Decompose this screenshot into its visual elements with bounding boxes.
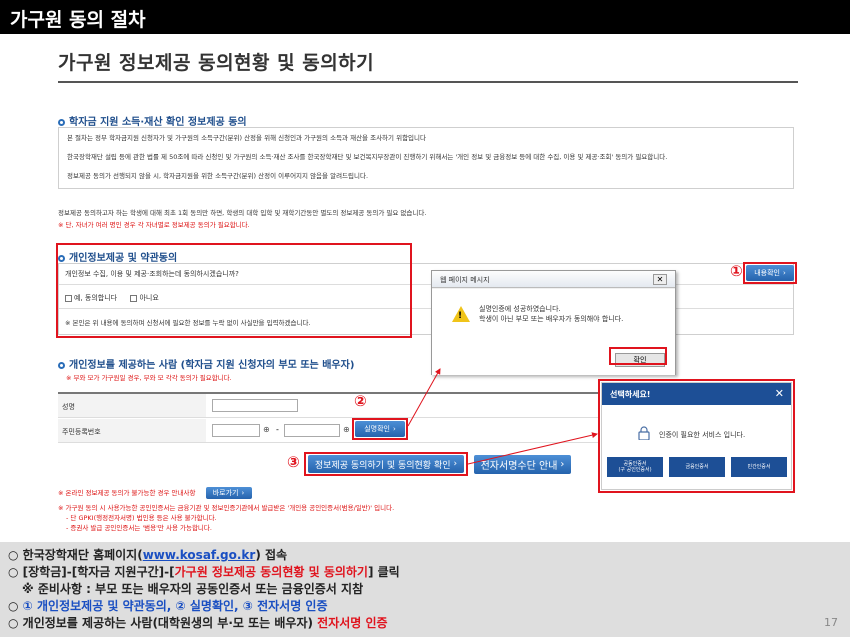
info-line: 한국장학재단 설립 등에 관한 법률 제 50조에 따라 신청인 및 가구원의 … [67,153,668,161]
instruction-line-2: ○ [장학금]-[학자금 지원구간]-[가구원 정보제공 동의현황 및 동의하기… [8,565,400,579]
bullet-icon [58,361,65,369]
notes-offline: ※ 온라인 정보제공 동의가 불가능한 경우 안내사항 바로가기 › [58,487,252,499]
dialog-close-button[interactable]: ✕ [653,274,667,285]
slide-title: 가구원 동의 절차 [10,9,146,31]
kosaf-link[interactable]: www.kosaf.go.kr [143,548,256,562]
rrn-dash: - [276,425,279,434]
instruction-line-5: ○ 개인정보를 제공하는 사람(대학원생의 부·모 또는 배우자) 전자서명 인… [8,616,388,630]
rrn-label: 주민등록번호 [58,419,206,442]
marker-one: ① [730,262,743,280]
name-row: 성명 [58,394,598,418]
info-line: 본 절차는 정부 학자금지원 신청자가 및 가구원의 소득구간(분위) 산정을 … [67,134,426,142]
notes-cert: ※ 가구원 동의 시 사용가능한 공인인증서는 금융기관 및 정보인증기관에서 … [58,504,395,512]
provider-table: 성명 주민등록번호 ⊕ - ⊕ [58,392,598,444]
highlight-frame-ok [609,347,667,365]
chevron-right-icon: › [560,459,565,470]
rrn-front-input[interactable] [212,424,260,437]
marker-two: ② [354,392,367,410]
notice-text: 정보제공 동의하고자 하는 학생에 대해 최초 1회 동의만 하면, 학생의 대… [58,209,427,217]
highlight-frame-detail [743,262,797,284]
slide-header: 가구원 동의 절차 [0,0,850,34]
name-label: 성명 [58,394,206,417]
section-consent-info-title: 학자금 지원 소득·재산 확인 정보제공 동의 [58,113,247,128]
dialog-message: 실명인증에 성공하였습니다. 학생이 아닌 부모 또는 배우자가 동의해야 합니… [479,305,624,323]
screenshot-area: 가구원 정보제공 동의현황 및 동의하기 학자금 지원 소득·재산 확인 정보제… [0,34,850,542]
dialog-title: 웹 페이지 메시지 [432,271,675,288]
chevron-right-icon: › [241,489,245,497]
info-line: 정보제공 동의가 선행되지 않을 시, 학자금지원을 위한 소득구간(분위) 산… [67,172,369,180]
marker-three: ③ [287,453,300,471]
notice-warning: ※ 단, 자녀가 여러 명인 경우 각 자녀별로 정보제공 동의가 필요합니다. [58,221,250,229]
rrn-row: 주민등록번호 ⊕ - ⊕ [58,419,598,443]
notes-securities: - 증권사 발급 공인인증서는 '범용'만 사용 가능합니다. [66,524,212,532]
instructions-panel: ○ 한국장학재단 홈페이지(www.kosaf.go.kr) 접속 ○ [장학금… [0,542,850,637]
provider-note: ※ 부와 모가 가구원일 경우, 부와 모 각각 동의가 필요합니다. [66,374,232,382]
highlight-frame-consent [304,452,468,476]
info-box: 본 절차는 정부 학자금지원 신청자가 및 가구원의 소득구간(분위) 산정을 … [58,127,794,189]
highlight-frame-terms [56,243,412,338]
bullet-icon [58,118,65,126]
warning-mark: ! [458,311,463,321]
highlight-frame-verify [352,418,408,440]
esign-guide-button[interactable]: 전자서명수단 안내 › [474,455,571,474]
highlight-frame-select [598,379,795,493]
page-title: 가구원 정보제공 동의현황 및 동의하기 [58,52,375,74]
instruction-line-4: ○ ① 개인정보제공 및 약관동의, ② 실명확인, ③ 전자서명 인증 [8,599,328,613]
name-input[interactable] [212,399,298,412]
page-number: 17 [824,616,838,629]
section-provider-title: 개인정보를 제공하는 사람 (학자금 지원 신청자의 부모 또는 배우자) [58,356,354,371]
rrn-back-input[interactable] [284,424,340,437]
notes-gpki: - 단 GPKI(행정전자서명) 법인용 등은 사용 불가합니다. [66,514,217,522]
lock-small-icon: ⊕ [263,425,270,434]
instruction-line-3: ※ 준비사항 : 부모 또는 배우자의 공동인증서 또는 금융인증서 지참 [22,582,364,596]
shortcut-button[interactable]: 바로가기 › [205,487,252,499]
lock-small-icon: ⊕ [343,425,350,434]
title-divider [58,81,798,83]
instruction-line-1: ○ 한국장학재단 홈페이지(www.kosaf.go.kr) 접속 [8,548,288,562]
